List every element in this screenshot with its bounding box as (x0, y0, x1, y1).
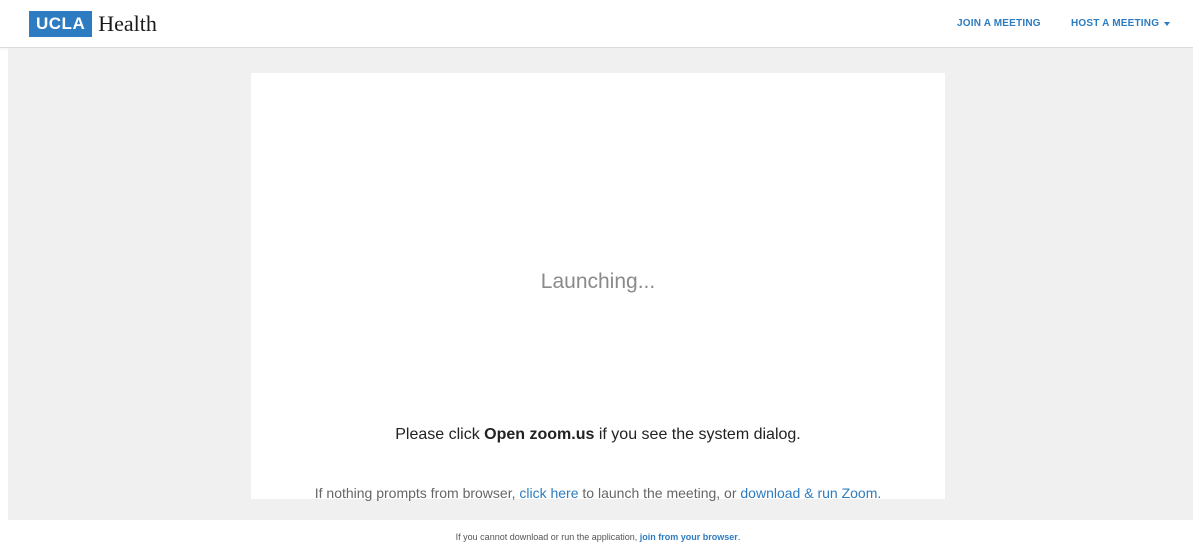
fallback-middle: to launch the meeting, or (578, 485, 741, 501)
system-dialog-instruction: Please click Open zoom.us if you see the… (251, 426, 945, 444)
browser-prefix: If you cannot download or run the applic… (455, 532, 640, 542)
instruction-prefix: Please click (395, 426, 485, 443)
launch-card: Launching... Please click Open zoom.us i… (251, 73, 945, 542)
launching-status: Launching... (540, 270, 656, 293)
top-header: UCLA Health JOIN A MEETING HOST A MEETIN… (0, 0, 1193, 48)
logo-badge: UCLA (29, 11, 93, 37)
caret-down-icon (1164, 21, 1171, 26)
click-here-link[interactable]: click here (519, 485, 578, 501)
browser-suffix: . (737, 532, 741, 542)
join-meeting-link[interactable]: JOIN A MEETING (957, 0, 1041, 47)
fallback-prefix: If nothing prompts from browser, (314, 485, 520, 501)
instruction-suffix: if you see the system dialog. (594, 426, 801, 443)
fallback-suffix: . (877, 485, 882, 501)
join-meeting-label: JOIN A MEETING (957, 18, 1041, 29)
fallback-instruction: If nothing prompts from browser, click h… (251, 485, 945, 501)
host-meeting-label: HOST A MEETING (1071, 18, 1160, 29)
browser-join-instruction: If you cannot download or run the applic… (251, 532, 945, 542)
download-run-zoom-link[interactable]: download & run Zoom (740, 485, 877, 501)
ucla-health-logo[interactable]: UCLA Health (29, 11, 157, 37)
host-meeting-dropdown[interactable]: HOST A MEETING (1071, 0, 1171, 47)
join-from-browser-link[interactable]: join from your browser (640, 532, 738, 542)
open-zoom-us-text: Open zoom.us (484, 426, 595, 443)
logo-wordmark: Health (98, 11, 157, 36)
